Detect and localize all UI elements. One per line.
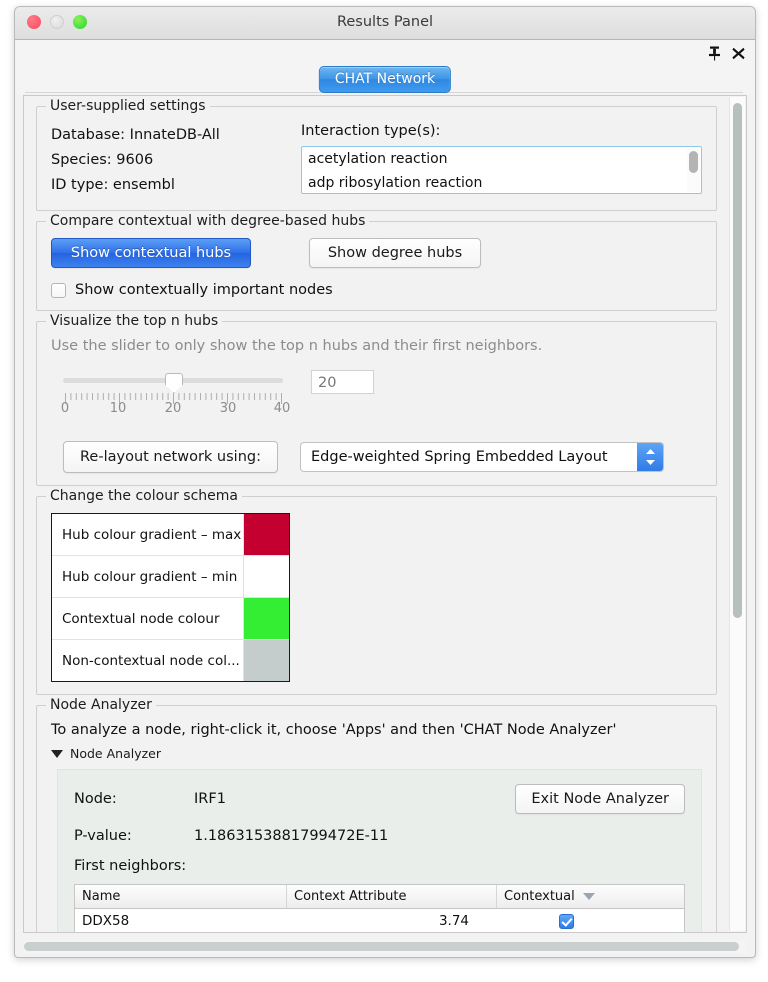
slider-track[interactable] [63, 373, 283, 393]
table-row[interactable]: Non-contextual node col... [52, 640, 289, 681]
first-neighbors-table: Name Context Attribute Contextual DDX58 [74, 884, 685, 932]
slider-hint-text: Use the slider to only show the top n hu… [51, 338, 543, 354]
show-degree-hubs-button[interactable]: Show degree hubs [309, 238, 481, 268]
id-type-value: ID type: ensembl [51, 177, 175, 193]
group-legend-colour-schema: Change the colour schema [46, 488, 242, 504]
table-row[interactable]: DDX58 3.74 [75, 909, 684, 932]
node-analyzer-disclosure-label: Node Analyzer [70, 746, 161, 761]
close-icon[interactable] [729, 43, 747, 63]
cell-context-attribute: 3.74 [438, 913, 469, 929]
colour-swatch-hub-max[interactable] [243, 514, 289, 555]
pvalue-value: 1.1863153881799472E-11 [194, 828, 389, 844]
interaction-types-label: Interaction type(s): [301, 123, 441, 139]
column-header-name[interactable]: Name [75, 885, 287, 908]
slider-tick-label: 20 [164, 401, 182, 416]
colour-schema-table: Hub colour gradient – max Hub colour gra… [51, 513, 290, 682]
table-header-row: Name Context Attribute Contextual [75, 885, 684, 909]
results-panel-window: Results Panel CHAT Network User-supplied [14, 6, 756, 958]
cell-name: DDX58 [82, 913, 130, 929]
slider-tick-labels: 0 10 20 30 40 [60, 401, 290, 419]
show-contextual-hubs-button[interactable]: Show contextual hubs [51, 238, 251, 268]
group-node-analyzer: Node Analyzer To analyze a node, right-c… [36, 697, 717, 932]
show-contextually-important-nodes-checkbox[interactable] [51, 282, 66, 298]
tab-chat-network[interactable]: CHAT Network [318, 66, 452, 93]
window-title: Results Panel [336, 14, 434, 30]
node-analyzer-disclosure[interactable]: Node Analyzer [51, 746, 702, 761]
slider-tick-label: 10 [109, 401, 127, 416]
layout-algorithm-combobox[interactable]: Edge-weighted Spring Embedded Layout [300, 442, 664, 472]
node-row: Node: IRF1 Exit Node Analyzer [74, 784, 685, 814]
vertical-scrollbar-thumb[interactable] [733, 103, 742, 618]
scroll-area: User-supplied settings Database: InnateD… [24, 96, 729, 932]
triangle-down-icon[interactable] [51, 749, 63, 758]
table-row[interactable]: Hub colour gradient – max [52, 514, 289, 556]
contextual-checkbox[interactable] [559, 913, 574, 929]
species-value: Species: 9606 [51, 152, 154, 168]
horizontal-scrollbar[interactable] [24, 940, 746, 953]
cell-contextual[interactable] [497, 913, 684, 929]
group-user-supplied-settings: User-supplied settings Database: InnateD… [36, 98, 717, 211]
node-analyzer-instruction: To analyze a node, right-click it, choos… [51, 722, 617, 738]
colour-row-label: Non-contextual node col... [62, 652, 240, 669]
group-colour-schema: Change the colour schema Hub colour grad… [36, 488, 717, 695]
list-item[interactable]: adp ribosylation reaction [302, 171, 701, 193]
pvalue-key-label: P-value: [74, 828, 132, 844]
top-n-value-field[interactable]: 20 [311, 370, 374, 394]
table-row[interactable]: Contextual node colour [52, 598, 289, 640]
node-value: IRF1 [194, 791, 226, 807]
colour-swatch-contextual[interactable] [243, 598, 289, 639]
show-contextually-important-nodes-row[interactable]: Show contextually important nodes [51, 282, 702, 298]
pvalue-row: P-value: 1.1863153881799472E-11 [74, 828, 685, 844]
group-compare-hubs: Compare contextual with degree-based hub… [36, 213, 717, 311]
exit-node-analyzer-button[interactable]: Exit Node Analyzer [515, 784, 685, 814]
panel-toolbar [15, 40, 755, 66]
horizontal-scrollbar-thumb[interactable] [24, 942, 739, 951]
user-settings-values: Database: InnateDB-All Species: 9606 ID … [51, 123, 301, 198]
list-scrollbar-thumb[interactable] [689, 151, 698, 173]
node-key-label: Node: [74, 791, 117, 807]
slider-tick-label: 40 [273, 401, 291, 416]
colour-row-label: Hub colour gradient – max [62, 526, 242, 543]
top-n-slider[interactable]: 0 10 20 30 40 [60, 370, 290, 419]
column-header-contextual[interactable]: Contextual [497, 885, 684, 908]
group-legend-node-analyzer: Node Analyzer [46, 697, 156, 713]
show-contextually-important-nodes-label: Show contextually important nodes [75, 282, 333, 298]
tab-strip: CHAT Network [15, 66, 755, 94]
chevron-up-down-icon[interactable] [637, 443, 663, 471]
colour-row-label: Hub colour gradient – min [62, 568, 238, 585]
pushpin-icon[interactable] [705, 43, 723, 63]
group-legend-visualize: Visualize the top n hubs [46, 313, 223, 329]
group-legend-user-settings: User-supplied settings [46, 98, 210, 114]
panel-content: User-supplied settings Database: InnateD… [23, 95, 747, 933]
first-neighbors-label: First neighbors: [74, 858, 187, 874]
interaction-types-list[interactable]: acetylation reaction adp ribosylation re… [301, 146, 702, 194]
group-legend-compare: Compare contextual with degree-based hub… [46, 213, 370, 229]
relayout-network-button[interactable]: Re-layout network using: [63, 441, 278, 473]
sort-descending-icon[interactable] [582, 893, 595, 900]
colour-row-label: Contextual node colour [62, 610, 220, 627]
window-titlebar: Results Panel [15, 7, 755, 40]
database-value: Database: InnateDB-All [51, 127, 220, 143]
list-item[interactable]: acetylation reaction [302, 147, 701, 171]
vertical-scrollbar[interactable] [729, 97, 745, 931]
column-header-context-attribute[interactable]: Context Attribute [287, 885, 497, 908]
group-visualize-hubs: Visualize the top n hubs Use the slider … [36, 313, 717, 486]
table-body: DDX58 3.74 [75, 909, 684, 932]
column-header-contextual-label: Contextual [504, 889, 575, 904]
table-row[interactable]: Hub colour gradient – min [52, 556, 289, 598]
slider-tick-label: 30 [219, 401, 237, 416]
node-analyzer-panel: Node: IRF1 Exit Node Analyzer P-value: 1… [57, 769, 702, 932]
list-scrollbar[interactable] [687, 148, 700, 192]
slider-ticks [63, 389, 283, 404]
colour-swatch-hub-min[interactable] [243, 556, 289, 597]
layout-algorithm-value: Edge-weighted Spring Embedded Layout [311, 449, 608, 465]
colour-swatch-non-contextual[interactable] [243, 640, 289, 681]
slider-tick-label: 0 [60, 401, 70, 416]
